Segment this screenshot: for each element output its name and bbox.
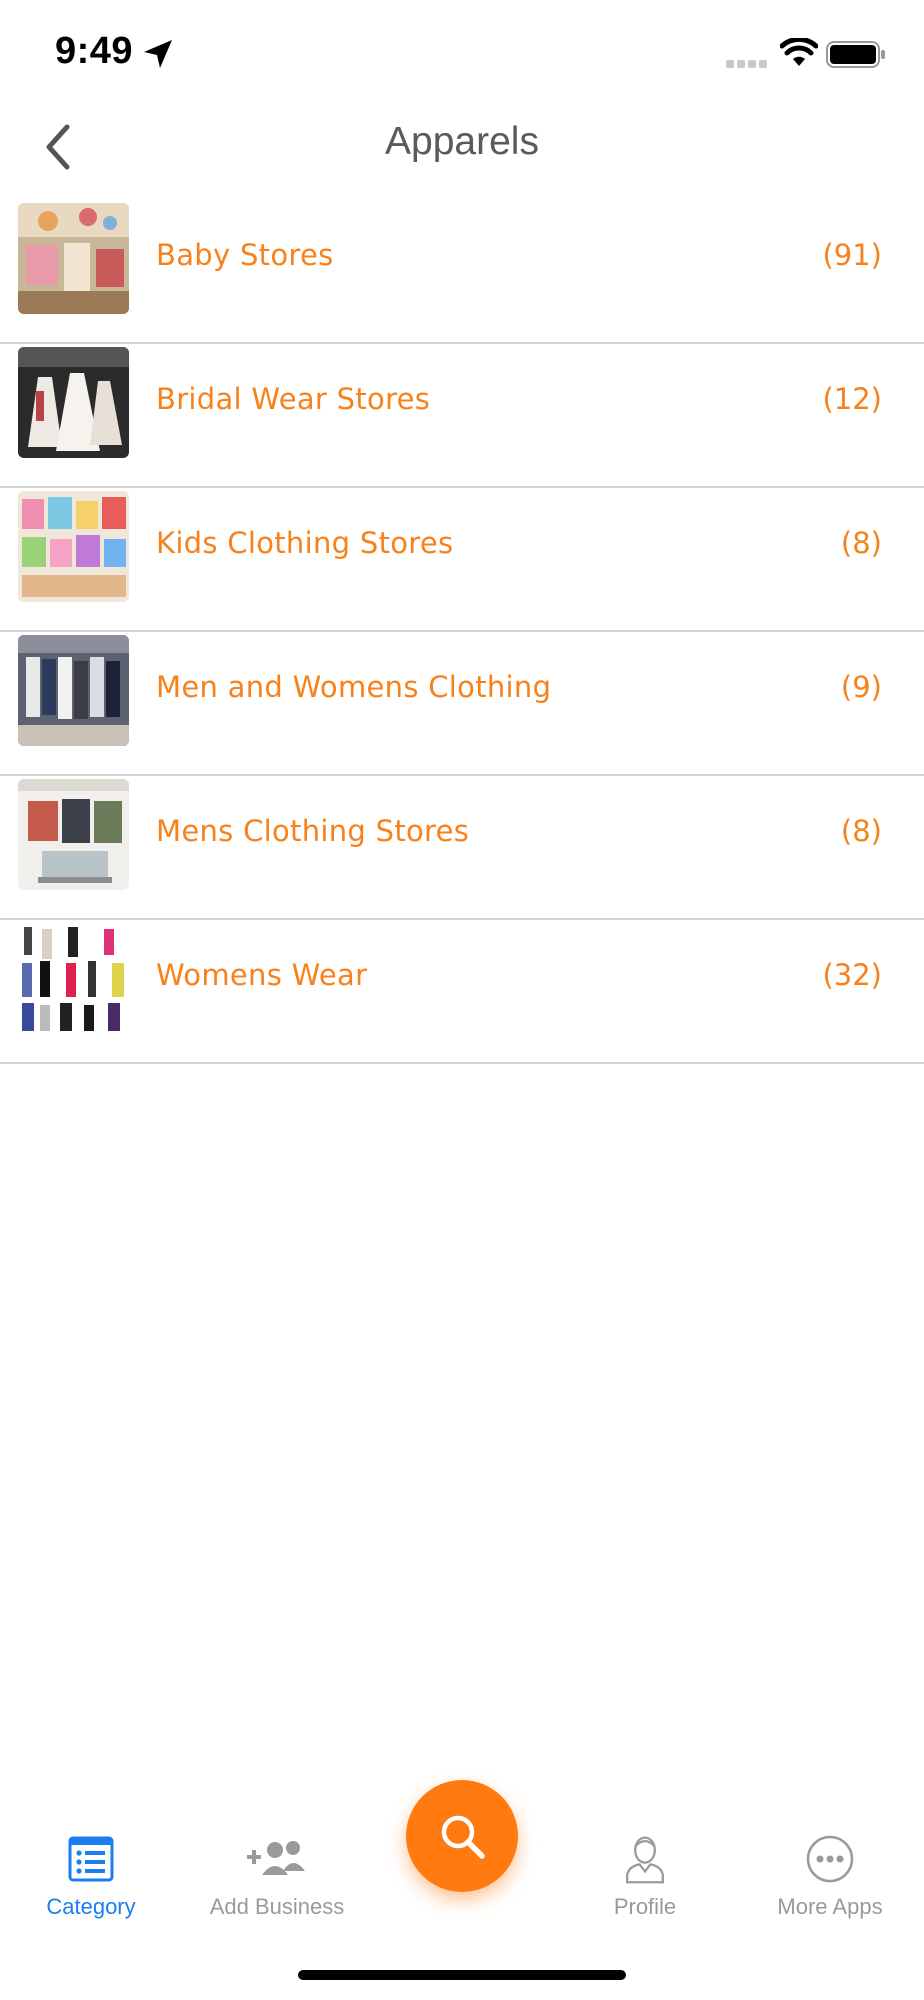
category-thumbnail	[18, 203, 129, 314]
category-count: (9)	[840, 670, 882, 704]
category-count: (32)	[822, 958, 882, 992]
tab-label: Category	[46, 1894, 136, 1919]
tab-label: More Apps	[777, 1894, 883, 1919]
battery-icon	[826, 41, 885, 68]
location-arrow-icon	[144, 40, 172, 68]
tab-add-business[interactable]: Add Business	[192, 1834, 362, 1934]
category-label: Mens Clothing Stores	[156, 814, 470, 848]
tab-more-apps[interactable]: More Apps	[745, 1834, 915, 1934]
category-thumbnail	[18, 347, 129, 458]
cellular-signal-icon	[726, 60, 767, 68]
page-title: Apparels	[385, 120, 539, 163]
category-row-womens-wear[interactable]: Womens Wear (32)	[0, 920, 924, 1064]
home-indicator	[298, 1970, 626, 1980]
status-time: 9:49	[55, 30, 134, 72]
category-row-bridal-wear-stores[interactable]: Bridal Wear Stores (12)	[0, 344, 924, 488]
category-row-baby-stores[interactable]: Baby Stores (91)	[0, 200, 924, 344]
category-row-men-and-womens-clothing[interactable]: Men and Womens Clothing (9)	[0, 632, 924, 776]
category-label: Bridal Wear Stores	[156, 382, 431, 416]
category-label: Men and Womens Clothing	[156, 670, 552, 704]
category-count: (91)	[822, 238, 882, 272]
list-icon	[68, 1836, 114, 1882]
tab-label: Profile	[613, 1894, 677, 1919]
category-row-mens-clothing-stores[interactable]: Mens Clothing Stores (8)	[0, 776, 924, 920]
navigation-bar: Apparels	[0, 110, 924, 200]
category-list: Baby Stores (91) Bridal Wear Stores (12)	[0, 200, 924, 1064]
tab-category[interactable]: Category	[6, 1834, 176, 1934]
category-label: Womens Wear	[156, 958, 368, 992]
category-count: (12)	[822, 382, 882, 416]
tab-label: Add Business	[209, 1894, 345, 1919]
category-thumbnail	[18, 635, 129, 746]
category-row-kids-clothing-stores[interactable]: Kids Clothing Stores (8)	[0, 488, 924, 632]
search-button[interactable]	[406, 1780, 518, 1892]
add-users-icon	[247, 1841, 305, 1875]
category-label: Baby Stores	[156, 238, 334, 272]
search-icon	[441, 1815, 485, 1859]
category-count: (8)	[840, 814, 882, 848]
more-dots-icon	[806, 1835, 854, 1883]
category-thumbnail	[18, 779, 129, 890]
user-icon	[626, 1836, 664, 1884]
category-label: Kids Clothing Stores	[156, 526, 454, 560]
category-thumbnail	[18, 491, 129, 602]
wifi-icon	[780, 38, 818, 66]
status-bar: 9:49	[0, 0, 924, 110]
category-thumbnail	[18, 923, 129, 1034]
category-count: (8)	[840, 526, 882, 560]
tab-profile[interactable]: Profile	[560, 1834, 730, 1934]
